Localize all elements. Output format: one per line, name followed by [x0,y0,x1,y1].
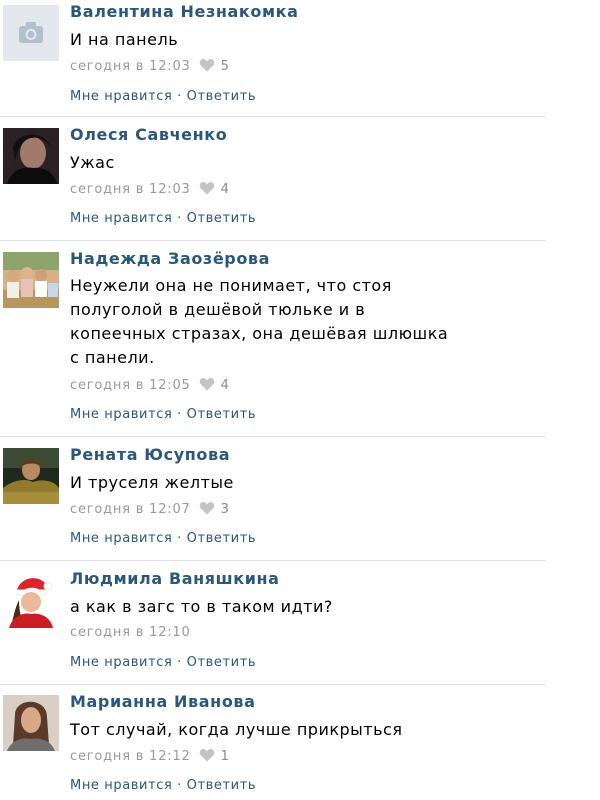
like-link[interactable]: Мне нравится [70,211,172,226]
comment-author[interactable]: Олеся Савченко [70,125,227,144]
comment-text: И труселя желтые [70,473,234,492]
comment-divider [0,436,546,437]
reply-link[interactable]: Ответить [187,211,257,226]
comment-author[interactable]: Рената Юсупова [70,445,230,464]
user-photo [3,572,59,628]
reply-link[interactable]: Ответить [187,655,257,670]
comment-actions: Мне нравится · Ответить [70,531,256,546]
comment-text: Тот случай, когда лучше прикрыться [70,720,403,739]
comment-actions: Мне нравится · Ответить [70,655,256,670]
like-link[interactable]: Мне нравится [70,89,172,104]
actions-separator: · [172,211,187,226]
actions-separator: · [172,778,187,793]
comment-meta: сегодня в 12:10 [70,625,191,640]
heart-icon [199,182,214,195]
comment-time[interactable]: сегодня в 12:03 [70,182,191,197]
likes-indicator: 3 [199,501,230,517]
comment-time[interactable]: сегодня в 12:12 [70,749,191,764]
comment-actions: Мне нравится · Ответить [70,778,256,793]
comment-divider [0,560,546,561]
comment-actions: Мне нравится · Ответить [70,89,256,104]
avatar[interactable] [3,572,59,628]
heart-icon [199,502,214,515]
comment-divider [0,240,546,241]
likes-count: 5 [220,59,230,74]
likes-indicator: 1 [199,748,230,764]
reply-link[interactable]: Ответить [187,89,257,104]
heart-icon [199,749,214,762]
comment-time[interactable]: сегодня в 12:05 [70,378,191,393]
comment-divider [0,684,546,685]
comment-author[interactable]: Людмила Ваняшкина [70,569,280,588]
avatar[interactable] [3,695,59,751]
likes-count: 1 [220,749,230,764]
user-photo [3,448,59,504]
reply-link[interactable]: Ответить [187,531,257,546]
comment-author[interactable]: Марианна Иванова [70,692,256,711]
actions-separator: · [172,89,187,104]
reply-link[interactable]: Ответить [187,778,257,793]
like-link[interactable]: Мне нравится [70,407,172,422]
comment-actions: Мне нравится · Ответить [70,407,256,422]
comment-text: Неужели она не понимает, что стоя полуго… [70,276,449,367]
comment-time[interactable]: сегодня в 12:07 [70,502,191,517]
likes-indicator: 4 [199,181,230,197]
comment-meta: сегодня в 12:03 5 [70,58,230,74]
avatar[interactable] [3,128,59,184]
user-photo [3,252,59,308]
likes-indicator: 4 [199,377,230,393]
like-link[interactable]: Мне нравится [70,655,172,670]
like-link[interactable]: Мне нравится [70,531,172,546]
heart-icon [199,378,214,391]
avatar[interactable] [3,5,59,61]
comment-text: И на панель [70,30,179,49]
comment-author[interactable]: Надежда Заозёрова [70,249,270,268]
comment-time[interactable]: сегодня в 12:10 [70,625,191,640]
camera-placeholder-icon [3,5,59,61]
comment-text: а как в загс то в таком идти? [70,597,333,616]
comment-meta: сегодня в 12:03 4 [70,181,230,197]
like-link[interactable]: Мне нравится [70,778,172,793]
likes-indicator: 5 [199,58,230,74]
actions-separator: · [172,531,187,546]
comment-meta: сегодня в 12:12 1 [70,748,230,764]
comment-author[interactable]: Валентина Незнакомка [70,2,299,21]
reply-link[interactable]: Ответить [187,407,257,422]
avatar[interactable] [3,448,59,504]
comment-time[interactable]: сегодня в 12:03 [70,59,191,74]
avatar[interactable] [3,252,59,308]
likes-count: 3 [220,502,230,517]
actions-separator: · [172,407,187,422]
user-photo [3,695,59,751]
likes-count: 4 [220,182,230,197]
comment-meta: сегодня в 12:05 4 [70,377,230,393]
heart-icon [199,59,214,72]
user-photo [3,128,59,184]
comment-divider [0,116,546,117]
comment-text: Ужас [70,153,115,172]
comment-meta: сегодня в 12:07 3 [70,501,230,517]
comment-actions: Мне нравится · Ответить [70,211,256,226]
likes-count: 4 [220,378,230,393]
actions-separator: · [172,655,187,670]
